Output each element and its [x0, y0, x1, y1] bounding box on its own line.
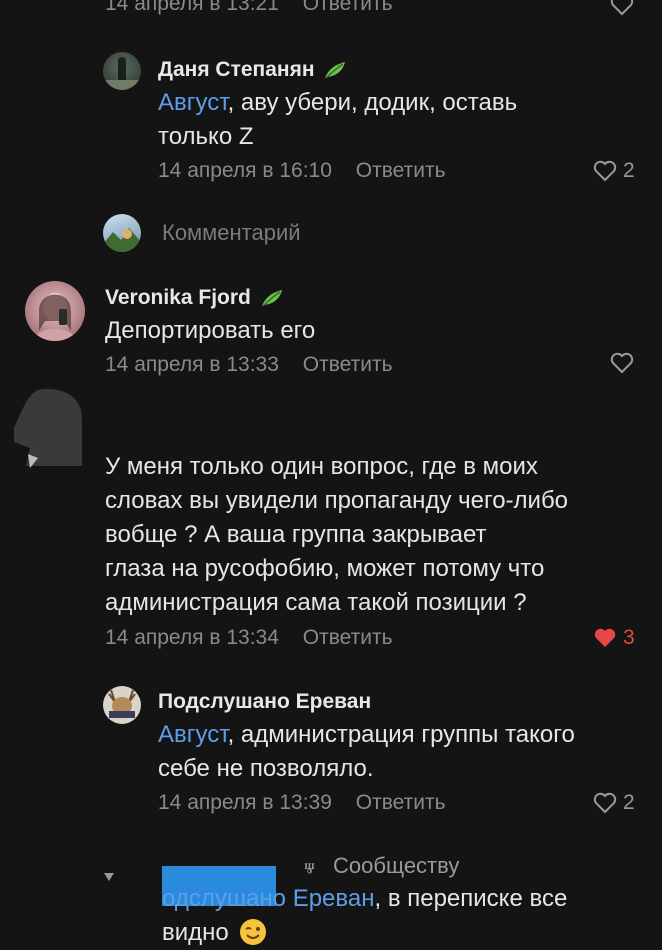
comment-date: 14 апреля в 13:34: [105, 626, 279, 649]
comment-text: У меня только один вопрос, где в моих сл…: [105, 453, 569, 616]
comment-meta: 14 апреля в 13:39 Ответить: [158, 791, 446, 815]
comment-meta: 14 апреля в 13:21 Ответить: [105, 0, 393, 16]
mention-link[interactable]: Август: [158, 721, 228, 748]
comment-input[interactable]: Комментарий: [162, 220, 301, 246]
like-count: 2: [623, 791, 635, 814]
comment-date: 14 апреля в 13:21: [105, 0, 279, 15]
comment-date: 14 апреля в 13:39: [158, 791, 332, 814]
comment-meta: 14 апреля в 13:33 Ответить: [105, 353, 393, 377]
reply-button[interactable]: Ответить: [356, 159, 446, 182]
comment-text: Август, аву убери, додик, оставь только …: [158, 89, 518, 150]
heart-outline-icon: [593, 792, 617, 814]
author-name[interactable]: Даня Степанян: [158, 58, 347, 82]
reply-button[interactable]: Ответить: [356, 791, 446, 814]
wink-emoji-icon: [240, 919, 267, 945]
like-button[interactable]: 2: [593, 791, 635, 815]
author-suffix: Сообществу: [333, 853, 460, 878]
author-name[interactable]: Подслушано Ереван: [158, 690, 371, 714]
reply-button[interactable]: Ответить: [303, 626, 393, 649]
reply-button[interactable]: Ответить: [303, 353, 393, 376]
comment-date: 14 апреля в 13:33: [105, 353, 279, 376]
leaf-badge-icon: [325, 62, 346, 79]
redacted-avatar: [8, 388, 86, 468]
heart-outline-icon: [610, 0, 634, 16]
heart-outline-icon: [593, 160, 617, 182]
avatar[interactable]: [103, 52, 141, 90]
like-button[interactable]: [610, 0, 634, 16]
avatar[interactable]: [103, 686, 141, 724]
reply-button[interactable]: Ответить: [303, 0, 393, 15]
like-button[interactable]: 2: [593, 159, 635, 183]
like-count: 3: [623, 626, 635, 649]
mention-link[interactable]: Август: [158, 89, 228, 116]
tick-mark: ⱋ: [304, 860, 315, 882]
my-avatar: [103, 214, 141, 252]
leaf-badge-icon: [261, 290, 282, 307]
like-count: 2: [623, 159, 635, 182]
heart-outline-icon: [610, 352, 634, 374]
author-name[interactable]: Veronika Fjord: [105, 286, 284, 310]
avatar[interactable]: [25, 281, 85, 341]
triangle-down-icon[interactable]: [103, 869, 115, 887]
comment-meta: 14 апреля в 16:10 Ответить: [158, 159, 446, 183]
like-button[interactable]: [610, 352, 634, 374]
mention-link[interactable]: одслушано Ереван: [162, 885, 374, 912]
comment-meta: 14 апреля в 13:34 Ответить: [105, 626, 393, 650]
like-button[interactable]: 3: [593, 626, 635, 650]
comment-date: 14 апреля в 16:10: [158, 159, 332, 182]
comment-text: одслушано Ереван, в переписке все видно: [162, 885, 568, 946]
heart-filled-icon: [594, 628, 616, 647]
comment-text: Август, администрация группы такого себе…: [158, 721, 575, 782]
comment-text: Депортировать его: [105, 317, 316, 344]
